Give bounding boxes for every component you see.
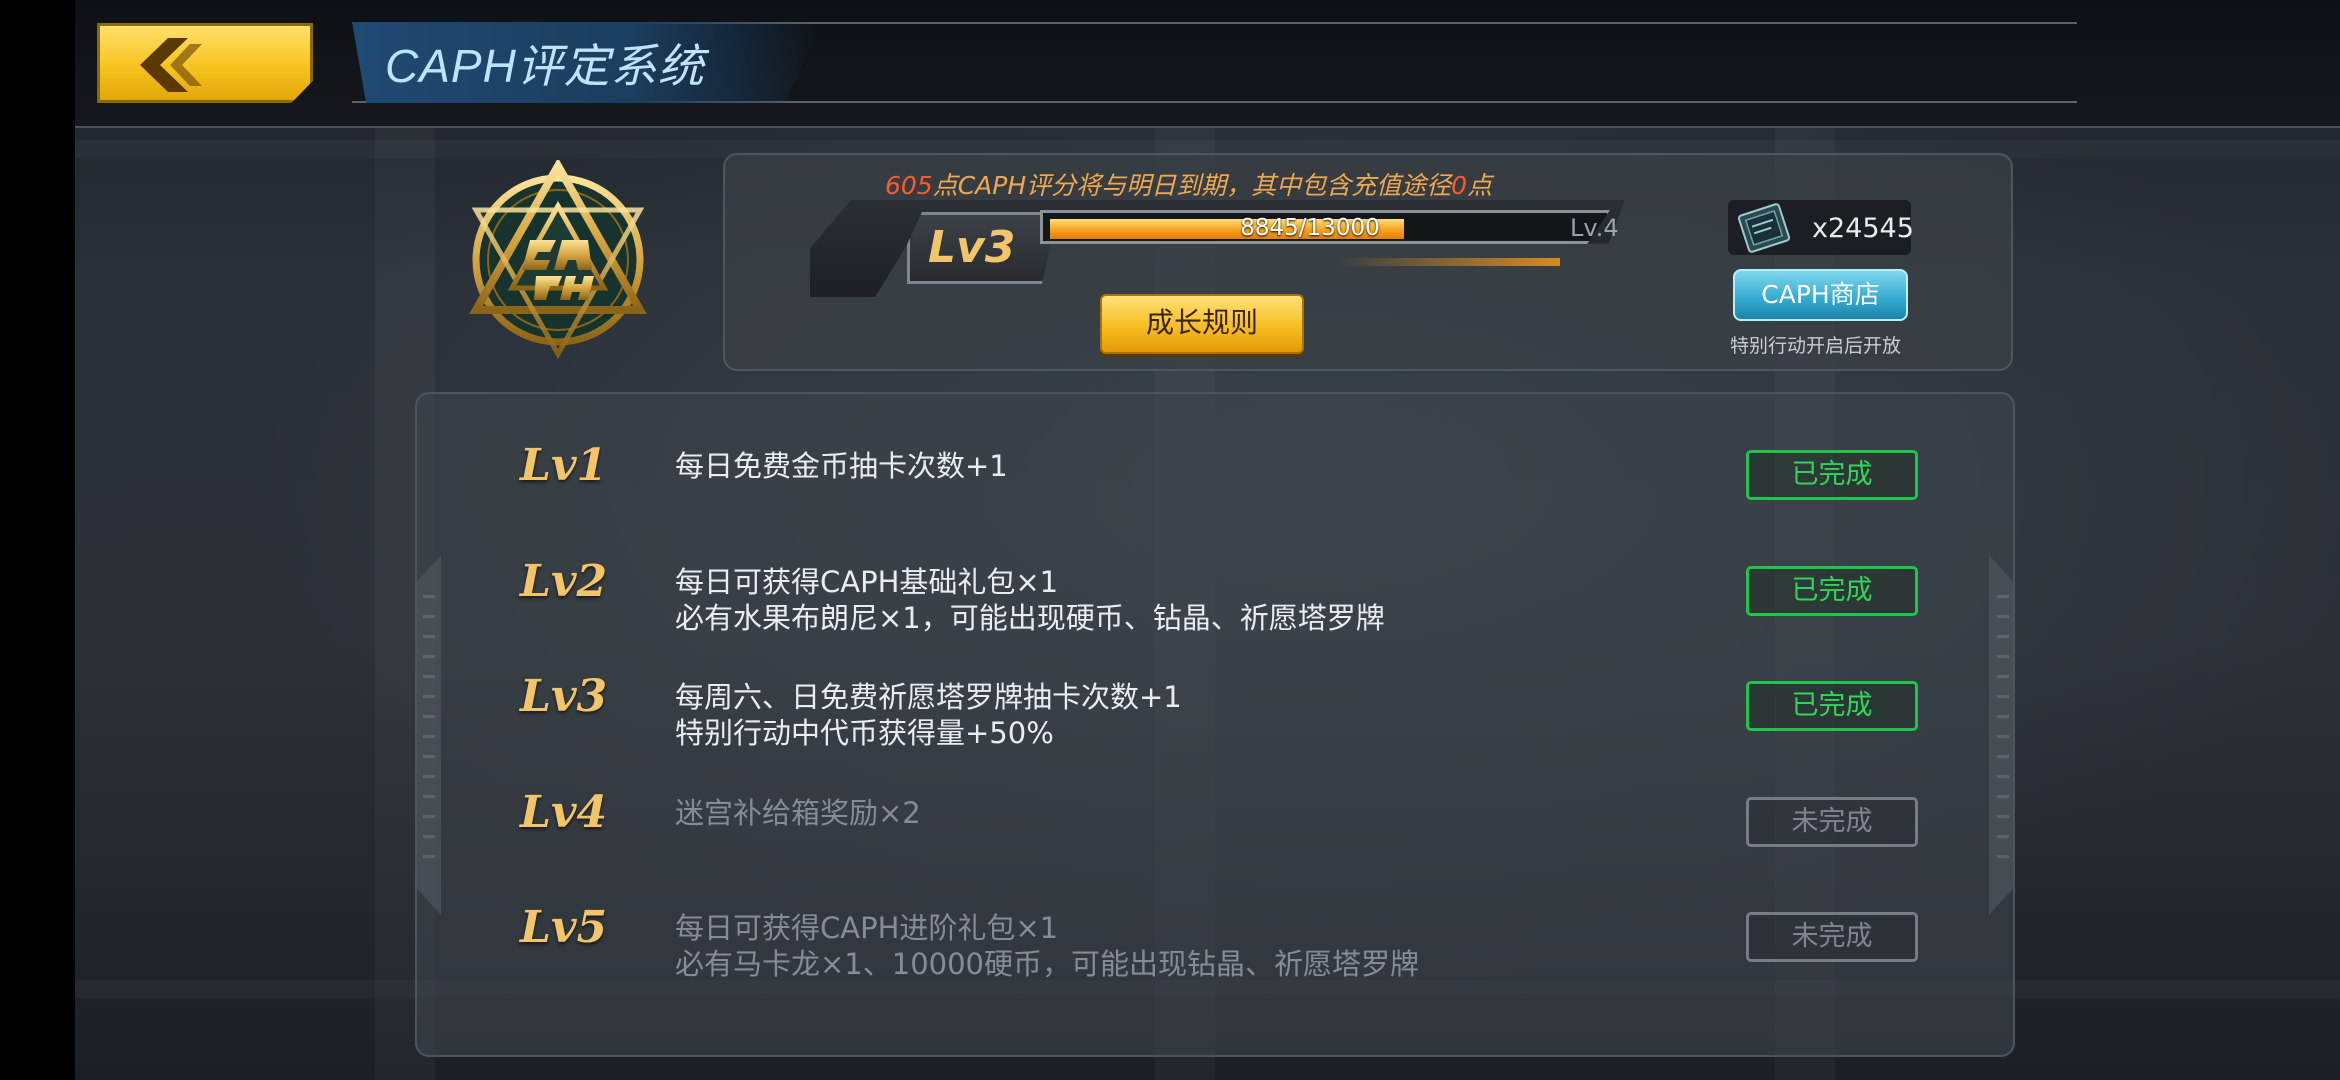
level-reward-line: 每日免费金币抽卡次数+1 [675,449,1008,483]
bar-accent [1335,258,1560,266]
caph-shop-button[interactable]: CAPH商店 [1733,269,1908,321]
notch-tick [1997,775,2009,778]
back-button[interactable] [97,23,313,103]
current-level-label: Lv3 [928,222,1016,273]
level-label: Lv4 [520,787,608,838]
expire-recharge-points: 0 [1451,171,1468,200]
expire-points: 605 [885,171,933,200]
chevron-left-icon [140,38,202,92]
level-reward-line-2: 必有马卡龙×1、10000硬币，可能出现钻晶、祈愿塔罗牌 [675,947,1420,981]
level-label: Lv3 [520,671,608,722]
level-reward-line: 迷宫补给箱奖励×2 [675,796,921,830]
level-status-button[interactable]: 未完成 [1746,912,1918,962]
expire-notice: 605点CAPH评分将与明日到期，其中包含充值途径0点 [885,166,1492,202]
expire-unit: 点 [1467,171,1493,200]
level-label: Lv1 [520,440,608,491]
page-title: CAPH评定系统 [385,40,705,92]
caph-emblem [469,160,647,360]
level-row-lv1: Lv1 每日免费金币抽卡次数+1 已完成 [415,440,2015,540]
progress-text: 8845/13000 [1240,215,1380,241]
level-reward-line-2: 特别行动中代币获得量+50% [675,716,1054,750]
level-status-button[interactable]: 已完成 [1746,681,1918,731]
level-status-button[interactable]: 已完成 [1746,450,1918,500]
level-status-button[interactable]: 已完成 [1746,566,1918,616]
currency-count: x24545 [1812,213,1914,244]
growth-rules-button[interactable]: 成长规则 [1100,294,1304,354]
level-label: Lv5 [520,902,608,953]
level-label: Lv2 [520,556,608,607]
level-status-button[interactable]: 未完成 [1746,797,1918,847]
next-level-label: Lv.4 [1570,214,1619,242]
expire-text: 点CAPH评分将与明日到期，其中包含充值途径 [932,171,1452,200]
level-row-lv2: Lv2 每日可获得CAPH基础礼包×1 必有水果布朗尼×1，可能出现硬币、钻晶、… [415,556,2015,656]
caph-ticket-icon [1737,203,1791,253]
notch-tick [423,775,435,778]
level-row-lv3: Lv3 每周六、日免费祈愿塔罗牌抽卡次数+1 特别行动中代币获得量+50% 已完… [415,671,2015,771]
level-row-lv4: Lv4 迷宫补给箱奖励×2 未完成 [415,787,2015,887]
level-row-lv5: Lv5 每日可获得CAPH进阶礼包×1 必有马卡龙×1、10000硬币，可能出现… [415,902,2015,1002]
shop-hint: 特别行动开启后开放 [1730,335,1902,357]
level-reward-line-2: 必有水果布朗尼×1，可能出现硬币、钻晶、祈愿塔罗牌 [675,601,1385,635]
